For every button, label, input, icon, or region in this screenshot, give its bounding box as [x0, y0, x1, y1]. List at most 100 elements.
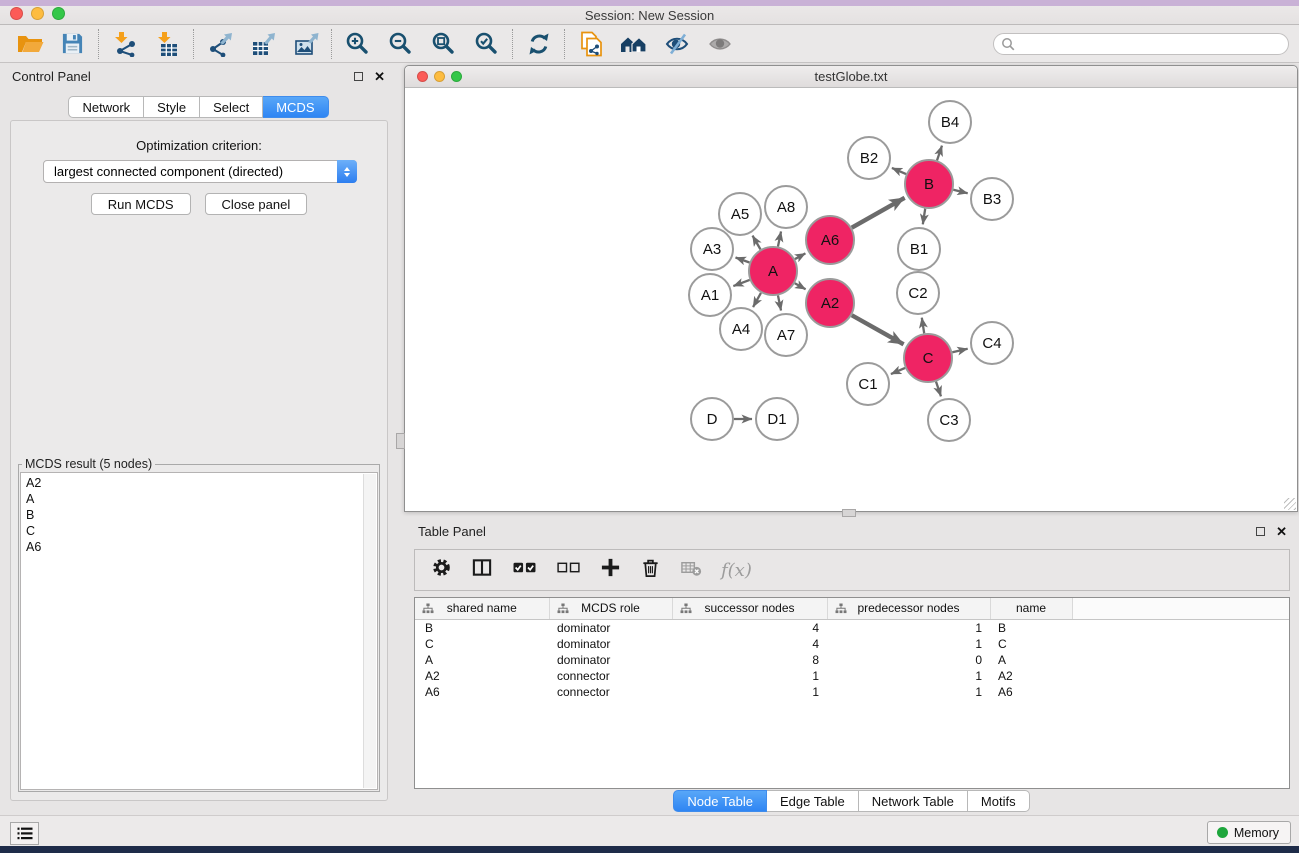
graph-edge-C-C4[interactable]: [952, 349, 967, 353]
export-image-button[interactable]: [284, 27, 327, 61]
graph-node-A3[interactable]: A3: [691, 228, 733, 270]
run-mcds-button[interactable]: Run MCDS: [91, 193, 191, 215]
add-column-button[interactable]: [600, 557, 621, 583]
graph-node-C[interactable]: C: [904, 334, 952, 382]
graph-node-A[interactable]: A: [749, 247, 797, 295]
network-minimize-icon[interactable]: [434, 71, 445, 82]
table-cell[interactable]: A6: [415, 684, 549, 700]
close-table-panel-icon[interactable]: ✕: [1276, 526, 1287, 537]
column-header-predecessor-nodes[interactable]: predecessor nodes: [827, 598, 990, 620]
graph-edge-A-A6[interactable]: [795, 253, 805, 259]
table-cell[interactable]: dominator: [549, 652, 672, 668]
tab-network[interactable]: Network: [68, 96, 144, 118]
zoom-fit-button[interactable]: [422, 27, 465, 61]
table-cell[interactable]: B: [990, 620, 1072, 636]
delete-table-button[interactable]: [680, 557, 702, 583]
table-cell[interactable]: 8: [672, 652, 827, 668]
network-close-icon[interactable]: [417, 71, 428, 82]
table-cell[interactable]: A6: [990, 684, 1072, 700]
table-cell[interactable]: 1: [827, 620, 990, 636]
tab-network-table[interactable]: Network Table: [859, 790, 968, 812]
window-resize-grip[interactable]: [1284, 498, 1296, 510]
table-cell[interactable]: 1: [827, 684, 990, 700]
graph-node-C3[interactable]: C3: [928, 399, 970, 441]
graph-edge-A-A4[interactable]: [753, 293, 761, 307]
table-cell[interactable]: A2: [415, 668, 549, 684]
column-header-name[interactable]: name: [990, 598, 1072, 620]
show-column-button[interactable]: [471, 557, 493, 583]
table-cell[interactable]: C: [415, 636, 549, 652]
graph-node-A1[interactable]: A1: [689, 274, 731, 316]
mcds-result-list[interactable]: A2ABCA6: [20, 472, 378, 790]
close-panel-icon[interactable]: ✕: [374, 71, 385, 82]
float-panel-icon[interactable]: [354, 72, 363, 81]
table-cell[interactable]: 4: [672, 620, 827, 636]
table-row[interactable]: A2connector11A2: [415, 668, 1289, 684]
mcds-result-scrollbar[interactable]: [363, 474, 376, 788]
mcds-result-item[interactable]: B: [26, 507, 361, 523]
table-cell[interactable]: C: [990, 636, 1072, 652]
column-header-successor-nodes[interactable]: successor nodes: [672, 598, 827, 620]
tab-mcds[interactable]: MCDS: [263, 96, 328, 118]
graph-node-D1[interactable]: D1: [756, 398, 798, 440]
tab-node-table[interactable]: Node Table: [673, 790, 767, 812]
graph-edge-A-A1[interactable]: [733, 280, 749, 286]
graph-node-C4[interactable]: C4: [971, 322, 1013, 364]
column-header-MCDS-role[interactable]: MCDS role: [549, 598, 672, 620]
network-maximize-icon[interactable]: [451, 71, 462, 82]
table-cell[interactable]: connector: [549, 668, 672, 684]
table-settings-button[interactable]: [431, 557, 452, 583]
zoom-selected-button[interactable]: [465, 27, 508, 61]
graph-edge-B-B2[interactable]: [892, 168, 906, 174]
search-box[interactable]: [993, 33, 1289, 55]
first-neighbors-button[interactable]: [612, 27, 655, 61]
mcds-result-item[interactable]: A2: [26, 475, 361, 491]
optimization-criterion-select[interactable]: largest connected component (directed): [43, 160, 357, 183]
graph-edge-B-B3[interactable]: [953, 190, 967, 193]
table-cell[interactable]: B: [415, 620, 549, 636]
float-table-panel-icon[interactable]: [1256, 527, 1265, 536]
table-cell[interactable]: connector: [549, 684, 672, 700]
mcds-result-item[interactable]: A6: [26, 539, 361, 555]
network-window-titlebar[interactable]: testGlobe.txt: [405, 66, 1297, 88]
table-cell[interactable]: 4: [672, 636, 827, 652]
tab-motifs[interactable]: Motifs: [968, 790, 1030, 812]
table-row[interactable]: Cdominator41C: [415, 636, 1289, 652]
network-graph[interactable]: B4B2BB3A8A5A6A3B1AC2A1A2A4A7C4CC1DD1C3: [405, 89, 1297, 512]
table-cell[interactable]: 1: [827, 668, 990, 684]
table-cell[interactable]: 1: [827, 636, 990, 652]
graph-node-D[interactable]: D: [691, 398, 733, 440]
table-cell[interactable]: 1: [672, 668, 827, 684]
graph-edge-A-A7[interactable]: [778, 295, 781, 310]
table-cell[interactable]: 1: [672, 684, 827, 700]
tab-select[interactable]: Select: [200, 96, 263, 118]
clone-network-button[interactable]: [569, 27, 612, 61]
graph-node-A4[interactable]: A4: [720, 308, 762, 350]
zoom-in-button[interactable]: [336, 27, 379, 61]
table-cell[interactable]: dominator: [549, 620, 672, 636]
tab-edge-table[interactable]: Edge Table: [767, 790, 859, 812]
graph-edge-A-A5[interactable]: [753, 236, 761, 250]
graph-node-B3[interactable]: B3: [971, 178, 1013, 220]
hide-selected-button[interactable]: [655, 27, 698, 61]
vertical-splitter-handle[interactable]: [396, 433, 405, 449]
graph-node-A6[interactable]: A6: [806, 216, 854, 264]
show-panels-button[interactable]: [10, 822, 39, 845]
apply-layout-button[interactable]: [517, 27, 560, 61]
table-row[interactable]: A6connector11A6: [415, 684, 1289, 700]
zoom-out-button[interactable]: [379, 27, 422, 61]
graph-edge-C-C3[interactable]: [936, 382, 941, 397]
table-row[interactable]: Adominator80A: [415, 652, 1289, 668]
network-canvas[interactable]: B4B2BB3A8A5A6A3B1AC2A1A2A4A7C4CC1DD1C3: [405, 89, 1297, 511]
table-cell[interactable]: A2: [990, 668, 1072, 684]
graph-edge-A-A8[interactable]: [778, 231, 781, 246]
mcds-result-item[interactable]: A: [26, 491, 361, 507]
memory-button[interactable]: Memory: [1207, 821, 1291, 844]
deselect-all-button[interactable]: [556, 557, 581, 583]
graph-edge-B-B1[interactable]: [923, 209, 925, 225]
open-session-button[interactable]: [8, 27, 51, 61]
import-network-button[interactable]: [103, 27, 146, 61]
graph-node-A5[interactable]: A5: [719, 193, 761, 235]
graph-node-B1[interactable]: B1: [898, 228, 940, 270]
horizontal-splitter-handle[interactable]: [842, 509, 856, 517]
